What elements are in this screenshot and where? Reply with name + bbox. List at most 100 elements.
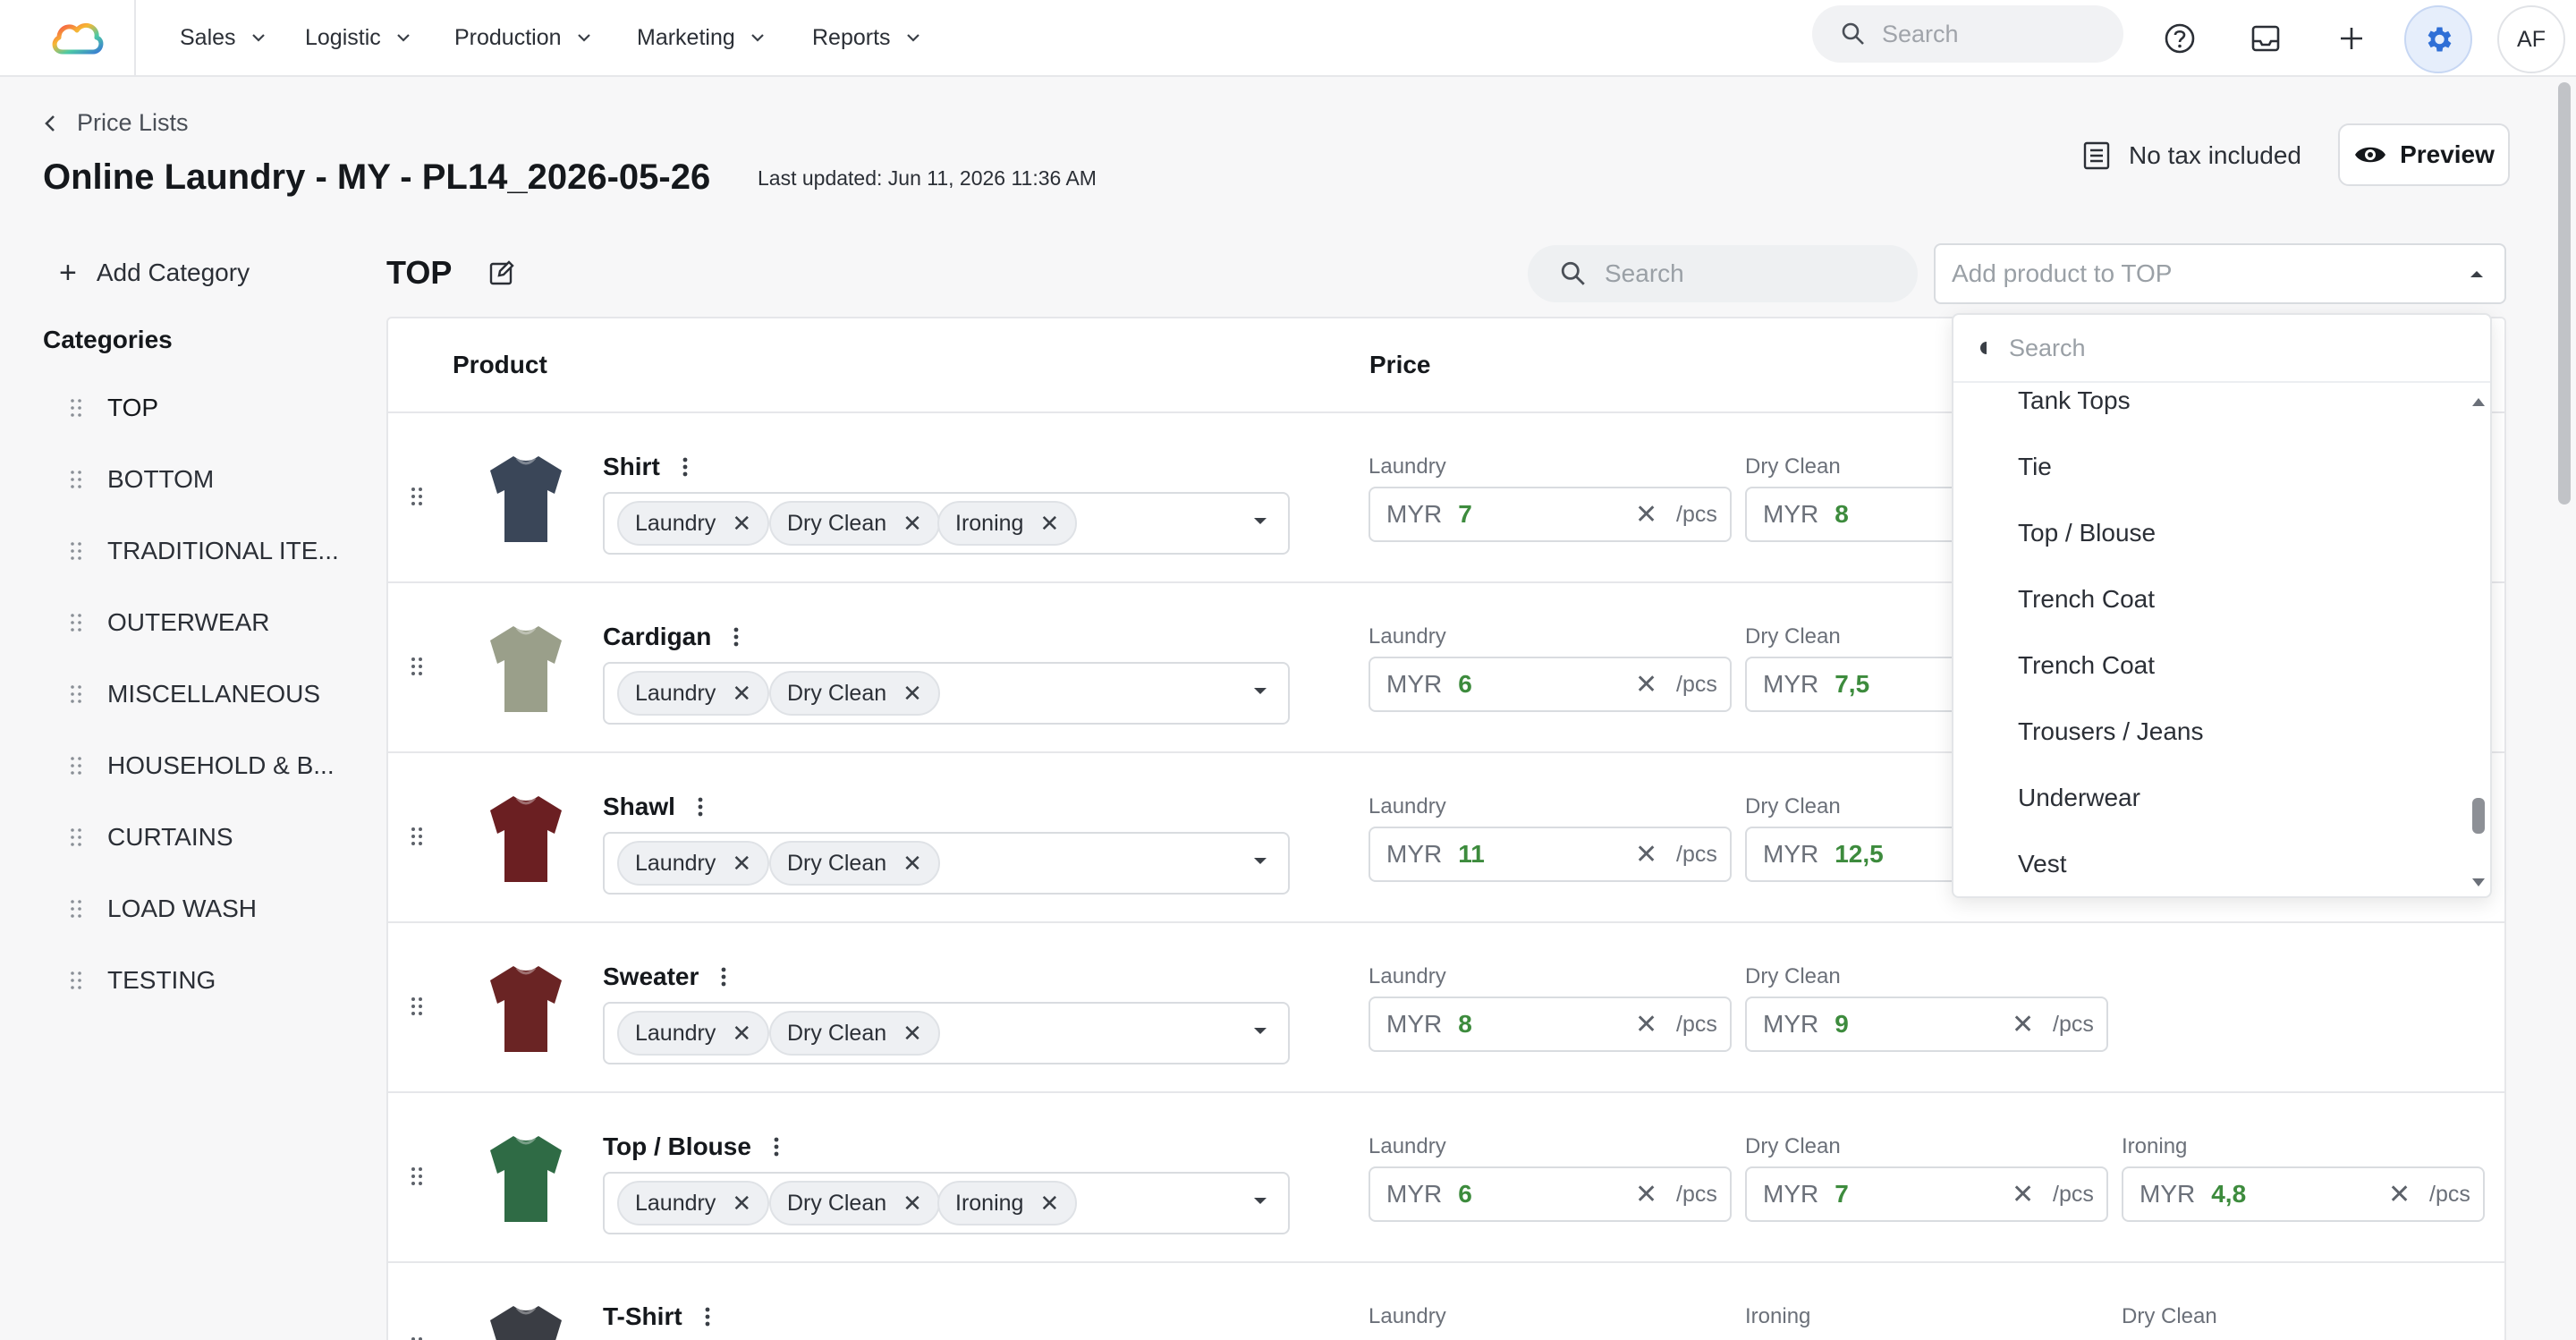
caret-down-icon[interactable] xyxy=(1252,1025,1268,1036)
sidebar-category-item[interactable]: MISCELLANEOUS xyxy=(70,676,320,712)
dropdown-option[interactable]: Tank Tops xyxy=(2018,386,2131,415)
nav-sales[interactable]: Sales xyxy=(180,20,267,55)
dropdown-option[interactable]: Tie xyxy=(2018,453,2052,481)
price-input[interactable]: MYR 8 ✕ /pcs xyxy=(1368,997,1732,1052)
nav-logistic[interactable]: Logistic xyxy=(305,20,411,55)
scroll-up-arrow-icon[interactable] xyxy=(2470,395,2487,408)
sidebar-category-item[interactable]: OUTERWEAR xyxy=(70,605,270,640)
caret-down-icon[interactable] xyxy=(1252,515,1268,526)
nav-production[interactable]: Production xyxy=(454,20,592,55)
sidebar-category-item[interactable]: CURTAINS xyxy=(70,819,233,855)
service-tags-select[interactable]: Laundry ✕ Dry Clean ✕ xyxy=(603,1002,1290,1064)
price-value[interactable]: 4,8 xyxy=(2211,1180,2363,1209)
service-tags-select[interactable]: Laundry ✕ Dry Clean ✕ xyxy=(603,832,1290,895)
service-tags-select[interactable]: Laundry ✕ Dry Clean ✕ Ironing ✕ xyxy=(603,1172,1290,1234)
dropdown-option[interactable]: Trench Coat xyxy=(2018,585,2155,614)
row-drag-handle-icon[interactable] xyxy=(410,1166,424,1186)
price-value[interactable]: 8 xyxy=(1458,1010,1610,1039)
nav-reports[interactable]: Reports xyxy=(812,20,921,55)
drag-handle-icon[interactable] xyxy=(70,899,82,919)
user-avatar[interactable]: AF xyxy=(2497,5,2565,73)
service-tags-select[interactable]: Laundry ✕ Dry Clean ✕ Ironing ✕ xyxy=(603,492,1290,555)
clear-price-icon[interactable]: ✕ xyxy=(1635,499,1657,530)
remove-tag-icon[interactable]: ✕ xyxy=(732,1190,751,1217)
add-category-button[interactable]: + Add Category xyxy=(59,258,250,288)
remove-tag-icon[interactable]: ✕ xyxy=(902,510,922,538)
price-input[interactable]: MYR 7 ✕ /pcs xyxy=(1368,487,1732,542)
clear-price-icon[interactable]: ✕ xyxy=(2012,1179,2034,1210)
row-options-kebab-icon[interactable] xyxy=(682,456,689,478)
remove-tag-icon[interactable]: ✕ xyxy=(732,1020,751,1047)
help-button[interactable] xyxy=(2154,13,2206,64)
clear-price-icon[interactable]: ✕ xyxy=(2388,1179,2411,1210)
dropdown-option[interactable]: Trousers / Jeans xyxy=(2018,717,2203,746)
drag-handle-icon[interactable] xyxy=(70,684,82,704)
dropdown-option[interactable]: Trench Coat xyxy=(2018,651,2155,680)
remove-tag-icon[interactable]: ✕ xyxy=(902,1190,922,1217)
create-new-button[interactable] xyxy=(2326,13,2377,64)
back-to-price-lists-link[interactable]: Price Lists xyxy=(43,109,189,137)
row-drag-handle-icon[interactable] xyxy=(410,1336,424,1340)
nav-marketing[interactable]: Marketing xyxy=(637,20,766,55)
row-drag-handle-icon[interactable] xyxy=(410,657,424,676)
price-input[interactable]: MYR 9 ✕ /pcs xyxy=(1745,997,2108,1052)
caret-down-icon[interactable] xyxy=(1252,855,1268,866)
row-options-kebab-icon[interactable] xyxy=(773,1136,780,1158)
remove-tag-icon[interactable]: ✕ xyxy=(732,850,751,878)
price-value[interactable]: 9 xyxy=(1835,1010,1987,1039)
row-options-kebab-icon[interactable] xyxy=(704,1306,711,1327)
price-input[interactable]: MYR 11 ✕ /pcs xyxy=(1368,827,1732,882)
settings-button[interactable] xyxy=(2404,5,2472,73)
remove-tag-icon[interactable]: ✕ xyxy=(1039,510,1059,538)
price-input[interactable]: MYR 6 ✕ /pcs xyxy=(1368,657,1732,712)
sidebar-category-item[interactable]: HOUSEHOLD & B... xyxy=(70,748,335,784)
service-tags-select[interactable]: Laundry ✕ Dry Clean ✕ xyxy=(603,662,1290,725)
remove-tag-icon[interactable]: ✕ xyxy=(902,1020,922,1047)
dropdown-option[interactable]: Underwear xyxy=(2018,784,2140,812)
clear-price-icon[interactable]: ✕ xyxy=(1635,669,1657,700)
clear-price-icon[interactable]: ✕ xyxy=(1635,1009,1657,1040)
sidebar-category-item[interactable]: TOP xyxy=(70,390,158,426)
price-value[interactable]: 6 xyxy=(1458,1180,1610,1209)
sidebar-category-item[interactable]: BOTTOM xyxy=(70,462,214,497)
row-options-kebab-icon[interactable] xyxy=(697,796,704,818)
edit-icon[interactable] xyxy=(488,259,515,286)
clear-price-icon[interactable]: ✕ xyxy=(2012,1009,2034,1040)
drag-handle-icon[interactable] xyxy=(70,756,82,776)
remove-tag-icon[interactable]: ✕ xyxy=(732,680,751,708)
sidebar-category-item[interactable]: TRADITIONAL ITE... xyxy=(70,533,339,569)
caret-down-icon[interactable] xyxy=(1252,1195,1268,1206)
drag-handle-icon[interactable] xyxy=(70,398,82,418)
add-product-select[interactable]: Add product to TOP xyxy=(1934,243,2506,304)
price-value[interactable]: 7 xyxy=(1458,500,1610,529)
dropdown-scrollbar[interactable] xyxy=(2469,388,2488,896)
clear-price-icon[interactable]: ✕ xyxy=(1635,839,1657,870)
remove-tag-icon[interactable]: ✕ xyxy=(902,680,922,708)
price-value[interactable]: 11 xyxy=(1458,840,1610,869)
remove-tag-icon[interactable]: ✕ xyxy=(902,850,922,878)
cloud-logo-icon[interactable] xyxy=(48,16,106,57)
clear-price-icon[interactable]: ✕ xyxy=(1635,1179,1657,1210)
row-drag-handle-icon[interactable] xyxy=(410,827,424,846)
global-search-input[interactable] xyxy=(1882,20,2106,48)
dropdown-scrollbar-thumb[interactable] xyxy=(2472,798,2485,834)
remove-tag-icon[interactable]: ✕ xyxy=(732,510,751,538)
price-value[interactable]: 6 xyxy=(1458,670,1610,699)
drag-handle-icon[interactable] xyxy=(70,541,82,561)
drag-handle-icon[interactable] xyxy=(70,971,82,990)
remove-tag-icon[interactable]: ✕ xyxy=(1039,1190,1059,1217)
price-input[interactable]: MYR 6 ✕ /pcs xyxy=(1368,1166,1732,1222)
inbox-button[interactable] xyxy=(2240,13,2292,64)
sidebar-category-item[interactable]: TESTING xyxy=(70,963,216,998)
row-options-kebab-icon[interactable] xyxy=(720,966,727,988)
drag-handle-icon[interactable] xyxy=(70,827,82,847)
drag-handle-icon[interactable] xyxy=(70,470,82,489)
row-drag-handle-icon[interactable] xyxy=(410,487,424,506)
row-drag-handle-icon[interactable] xyxy=(410,997,424,1016)
dropdown-search-input[interactable] xyxy=(2009,334,2438,362)
page-scrollbar-thumb[interactable] xyxy=(2558,82,2571,505)
dropdown-option[interactable]: Top / Blouse xyxy=(2018,519,2156,547)
caret-down-icon[interactable] xyxy=(1252,685,1268,696)
product-search-input[interactable] xyxy=(1605,259,1909,288)
price-value[interactable]: 7 xyxy=(1835,1180,1987,1209)
